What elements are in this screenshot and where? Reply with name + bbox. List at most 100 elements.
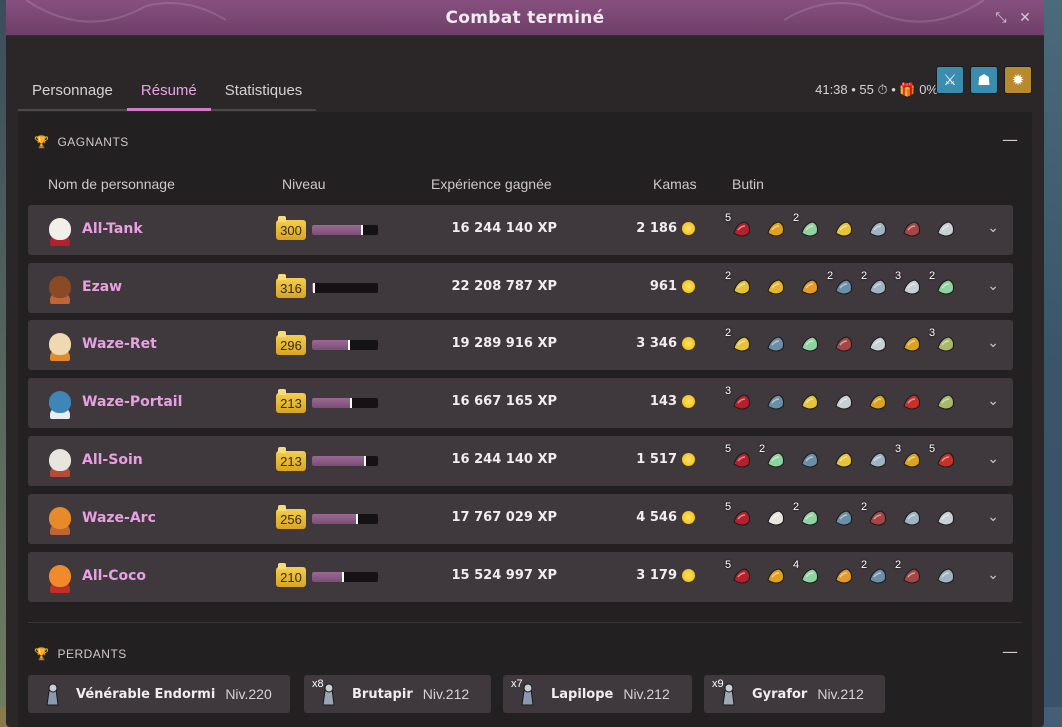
loot-item[interactable] xyxy=(930,214,962,246)
loot-item[interactable]: 5 xyxy=(725,212,758,246)
loot-item[interactable]: 2 xyxy=(861,501,894,535)
loot-settings-button[interactable]: ✹ xyxy=(1004,66,1032,94)
loot-item[interactable]: 3 xyxy=(929,327,962,361)
loser-card[interactable]: x8 Brutapir Niv.212 xyxy=(304,675,491,713)
loot-item-icon xyxy=(801,510,818,526)
loot-item[interactable]: 2 xyxy=(827,270,860,304)
winner-row[interactable]: Waze-Arc 256 17 767 029 XP 4 546 5 2 2 ⌄ xyxy=(28,494,1013,544)
loot-item[interactable] xyxy=(862,445,894,477)
loot-item[interactable]: 3 xyxy=(895,270,928,304)
loot-item[interactable] xyxy=(828,503,860,535)
chevron-down-icon[interactable]: ⌄ xyxy=(987,567,999,583)
monster-quantity: x7 xyxy=(511,678,523,690)
loot-item[interactable]: 4 xyxy=(793,559,826,593)
loot-quantity: 2 xyxy=(793,212,800,224)
winner-row[interactable]: Waze-Ret 296 19 289 916 XP 3 346 2 3 ⌄ xyxy=(28,320,1013,370)
loot-item-icon xyxy=(767,279,784,295)
loot-item[interactable] xyxy=(760,503,792,535)
collapse-winners-icon[interactable]: — xyxy=(1002,130,1018,149)
loot-item[interactable] xyxy=(794,329,826,361)
winner-row[interactable]: All-Soin 213 16 244 140 XP 1 517 5 2 3 5… xyxy=(28,436,1013,486)
loot-item-icon xyxy=(903,336,920,352)
filter-characters-button[interactable]: ☗ xyxy=(970,66,998,94)
loot-item[interactable]: 5 xyxy=(725,443,758,477)
character-name[interactable]: All-Tank xyxy=(82,221,143,237)
character-name[interactable]: Waze-Portail xyxy=(82,394,182,410)
loot-item-icon xyxy=(869,452,886,468)
loser-card[interactable]: x7 Lapilope Niv.212 xyxy=(503,675,692,713)
chevron-down-icon[interactable]: ⌄ xyxy=(987,393,999,409)
loot-item[interactable]: 2 xyxy=(725,270,758,304)
character-name[interactable]: All-Soin xyxy=(82,452,143,468)
chevron-down-icon[interactable]: ⌄ xyxy=(987,509,999,525)
tab-resume[interactable]: Résumé xyxy=(126,72,211,111)
loot-item[interactable] xyxy=(794,445,826,477)
loot-item[interactable] xyxy=(896,329,928,361)
winner-row[interactable]: Waze-Portail 213 16 667 165 XP 143 3 ⌄ xyxy=(28,378,1013,428)
loot-item[interactable] xyxy=(930,561,962,593)
winners-title: GAGNANTS xyxy=(57,135,129,149)
loot-item[interactable]: 2 xyxy=(861,559,894,593)
loot-item-icon xyxy=(869,221,886,237)
close-icon[interactable]: ✕ xyxy=(1016,9,1034,27)
loot-quantity: 3 xyxy=(895,270,902,282)
loot-item[interactable]: 5 xyxy=(725,501,758,535)
winner-row[interactable]: Ezaw 316 22 208 787 XP 961 2 2 2 3 2 ⌄ xyxy=(28,263,1013,313)
loot-item[interactable]: 5 xyxy=(929,443,962,477)
loot-item[interactable]: 2 xyxy=(861,270,894,304)
loot-item[interactable] xyxy=(794,272,826,304)
loser-card[interactable]: x9 Gyrafor Niv.212 xyxy=(704,675,885,713)
loot-item-icon xyxy=(835,568,852,584)
loot-item[interactable] xyxy=(930,387,962,419)
minimize-icon[interactable]: ⤡ xyxy=(992,9,1010,27)
loot-item[interactable]: 2 xyxy=(759,443,792,477)
character-name[interactable]: Waze-Ret xyxy=(82,336,157,352)
loot-item[interactable]: 3 xyxy=(895,443,928,477)
character-name[interactable]: Waze-Arc xyxy=(82,510,156,526)
loot-item[interactable] xyxy=(930,503,962,535)
loot-item[interactable]: 2 xyxy=(725,327,758,361)
loot-item[interactable] xyxy=(760,329,792,361)
winner-row[interactable]: All-Tank 300 16 244 140 XP 2 186 5 2 ⌄ xyxy=(28,205,1013,255)
chevron-down-icon[interactable]: ⌄ xyxy=(987,451,999,467)
loot-item[interactable] xyxy=(896,214,928,246)
loot-item[interactable] xyxy=(760,387,792,419)
loot-item-icon xyxy=(903,394,920,410)
monster-name: Gyrafor xyxy=(752,686,808,702)
loot-item[interactable] xyxy=(828,214,860,246)
winner-row[interactable]: All-Coco 210 15 524 997 XP 3 179 5 4 2 2… xyxy=(28,552,1013,602)
loot-item[interactable] xyxy=(794,387,826,419)
loot-item[interactable] xyxy=(828,387,860,419)
loot-item[interactable]: 2 xyxy=(929,270,962,304)
loot-item[interactable] xyxy=(896,503,928,535)
loot-item[interactable] xyxy=(760,272,792,304)
loot-item[interactable] xyxy=(896,387,928,419)
loot-item[interactable] xyxy=(862,387,894,419)
loot-item[interactable]: 2 xyxy=(793,501,826,535)
loot-item[interactable] xyxy=(828,329,860,361)
kamas-value: 2 186 xyxy=(636,221,677,236)
loot-list: 2 2 2 3 2 xyxy=(725,270,962,304)
chevron-down-icon[interactable]: ⌄ xyxy=(987,220,999,236)
loot-item[interactable] xyxy=(862,214,894,246)
character-name[interactable]: Ezaw xyxy=(82,279,122,295)
tab-statistiques[interactable]: Statistiques xyxy=(210,72,317,111)
collapse-losers-icon[interactable]: — xyxy=(1002,642,1018,661)
loot-item[interactable] xyxy=(862,329,894,361)
chevron-down-icon[interactable]: ⌄ xyxy=(987,278,999,294)
loot-item[interactable] xyxy=(828,561,860,593)
loot-icon: ✹ xyxy=(1011,71,1025,89)
filter-equip-button[interactable]: ⚔ xyxy=(936,66,964,94)
loot-item[interactable] xyxy=(760,561,792,593)
loser-card[interactable]: Vénérable Endormi Niv.220 xyxy=(28,675,290,713)
chevron-down-icon[interactable]: ⌄ xyxy=(987,335,999,351)
loot-item[interactable]: 3 xyxy=(725,385,758,419)
loot-item[interactable]: 2 xyxy=(793,212,826,246)
tab-personnage[interactable]: Personnage xyxy=(18,72,127,111)
loot-item[interactable]: 2 xyxy=(895,559,928,593)
loot-item[interactable] xyxy=(828,445,860,477)
xp-gained: 16 667 165 XP xyxy=(451,394,558,409)
loot-item[interactable] xyxy=(760,214,792,246)
character-name[interactable]: All-Coco xyxy=(82,568,146,584)
loot-item[interactable]: 5 xyxy=(725,559,758,593)
